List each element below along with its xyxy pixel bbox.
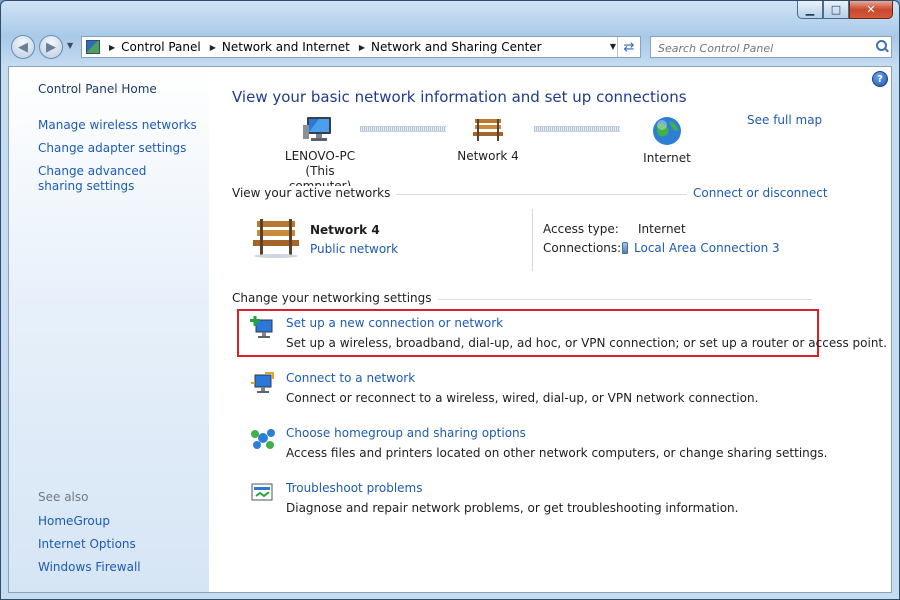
forward-button[interactable]: ▶ xyxy=(39,35,63,59)
sidebar-change-advanced-sharing[interactable]: Change advanced sharing settings xyxy=(38,164,188,194)
search-box[interactable] xyxy=(650,36,892,58)
search-icon[interactable] xyxy=(876,40,887,51)
breadcrumb-network-sharing-center[interactable]: Network and Sharing Center xyxy=(371,40,542,54)
network-type-link[interactable]: Public network xyxy=(310,242,398,256)
task-description: Set up a wireless, broadband, dial-up, a… xyxy=(286,336,887,350)
computer-name: LENOVO-PC xyxy=(284,149,356,163)
maximize-icon: □ xyxy=(830,3,842,16)
breadcrumb-control-panel[interactable]: Control Panel xyxy=(121,40,201,54)
minimize-button[interactable]: ▁ xyxy=(797,1,823,19)
active-networks-label: View your active networks xyxy=(232,186,397,200)
address-bar[interactable]: ▶ Control Panel ▶ Network and Internet ▶… xyxy=(81,36,641,58)
ethernet-icon xyxy=(622,242,628,254)
bench-icon xyxy=(473,119,503,141)
minimize-icon: ▁ xyxy=(805,3,815,16)
network-node-name: Network 4 xyxy=(457,149,519,163)
sidebar-homegroup[interactable]: HomeGroup xyxy=(38,514,198,529)
task-description: Access files and printers located on oth… xyxy=(286,446,828,460)
breadcrumb-network-and-internet[interactable]: Network and Internet xyxy=(222,40,350,54)
task-description: Connect or reconnect to a wireless, wire… xyxy=(286,391,759,405)
task-description: Diagnose and repair network problems, or… xyxy=(286,501,739,515)
map-node-internet[interactable]: Internet xyxy=(629,115,705,166)
close-button[interactable]: ✕ xyxy=(849,1,893,19)
control-panel-icon xyxy=(86,40,100,54)
page-title: View your basic network information and … xyxy=(232,88,687,106)
breadcrumb-separator-icon[interactable]: ▶ xyxy=(359,43,365,52)
search-input[interactable] xyxy=(656,38,870,58)
connection-entry[interactable]: Local Area Connection 3 xyxy=(622,241,780,255)
troubleshoot-icon xyxy=(251,483,273,501)
internet-node-name: Internet xyxy=(643,151,691,165)
computer-icon xyxy=(303,117,331,141)
sidebar-change-adapter-settings[interactable]: Change adapter settings xyxy=(38,141,198,156)
sidebar-manage-wireless-networks[interactable]: Manage wireless networks xyxy=(38,118,198,133)
sidebar-internet-options[interactable]: Internet Options xyxy=(38,537,198,552)
recent-pages-dropdown[interactable]: ▼ xyxy=(67,41,73,50)
forward-arrow-icon: ▶ xyxy=(46,39,56,55)
connection-line xyxy=(360,126,446,132)
troubleshoot-problems-link[interactable]: Troubleshoot problems xyxy=(286,481,422,495)
new-connection-icon xyxy=(250,316,273,338)
vertical-divider xyxy=(532,209,533,271)
sidebar: Control Panel Home Manage wireless netwo… xyxy=(9,67,209,592)
breadcrumb-separator-icon[interactable]: ▶ xyxy=(210,43,216,52)
map-node-network[interactable]: Network 4 xyxy=(450,115,526,164)
connect-or-disconnect-link[interactable]: Connect or disconnect xyxy=(687,186,828,200)
caption-buttons: ▁ □ ✕ xyxy=(797,1,893,19)
sidebar-windows-firewall[interactable]: Windows Firewall xyxy=(38,560,198,575)
setup-new-connection-link[interactable]: Set up a new connection or network xyxy=(286,316,503,330)
refresh-icon: ⇄ xyxy=(623,39,635,55)
connections-label: Connections: xyxy=(543,241,622,255)
navigation-bar: ◀ ▶ ▼ ▶ Control Panel ▶ Network and Inte… xyxy=(1,31,899,63)
globe-icon xyxy=(653,117,681,145)
sidebar-control-panel-home[interactable]: Control Panel Home xyxy=(38,82,157,96)
bench-icon xyxy=(253,219,299,258)
main-panel: ? View your basic network information an… xyxy=(209,67,891,592)
homegroup-icon xyxy=(251,429,275,449)
back-button[interactable]: ◀ xyxy=(11,35,35,59)
local-area-connection-link[interactable]: Local Area Connection 3 xyxy=(634,241,780,255)
active-network-name: Network 4 xyxy=(310,223,380,237)
maximize-button[interactable]: □ xyxy=(823,1,849,19)
content-frame: Control Panel Home Manage wireless netwo… xyxy=(8,66,892,593)
refresh-button[interactable]: ⇄ xyxy=(617,37,640,57)
map-node-computer[interactable]: LENOVO-PC (This computer) xyxy=(275,115,365,194)
change-settings-label: Change your networking settings xyxy=(232,291,438,305)
window: ▁ □ ✕ ◀ ▶ ▼ ▶ Control Panel ▶ Network an… xyxy=(0,0,900,600)
close-icon: ✕ xyxy=(866,3,876,16)
see-full-map-link[interactable]: See full map xyxy=(747,113,822,127)
address-dropdown-icon[interactable]: ▼ xyxy=(610,42,616,51)
back-arrow-icon: ◀ xyxy=(18,39,28,55)
access-type-value: Internet xyxy=(638,222,686,236)
see-also-label: See also xyxy=(38,490,89,504)
homegroup-sharing-link[interactable]: Choose homegroup and sharing options xyxy=(286,426,526,440)
connect-to-network-link[interactable]: Connect to a network xyxy=(286,371,415,385)
connect-network-icon xyxy=(251,372,274,393)
connection-line xyxy=(534,126,620,132)
help-icon[interactable]: ? xyxy=(872,71,888,87)
breadcrumb-separator-icon[interactable]: ▶ xyxy=(109,43,115,52)
access-type-label: Access type: xyxy=(543,222,619,236)
